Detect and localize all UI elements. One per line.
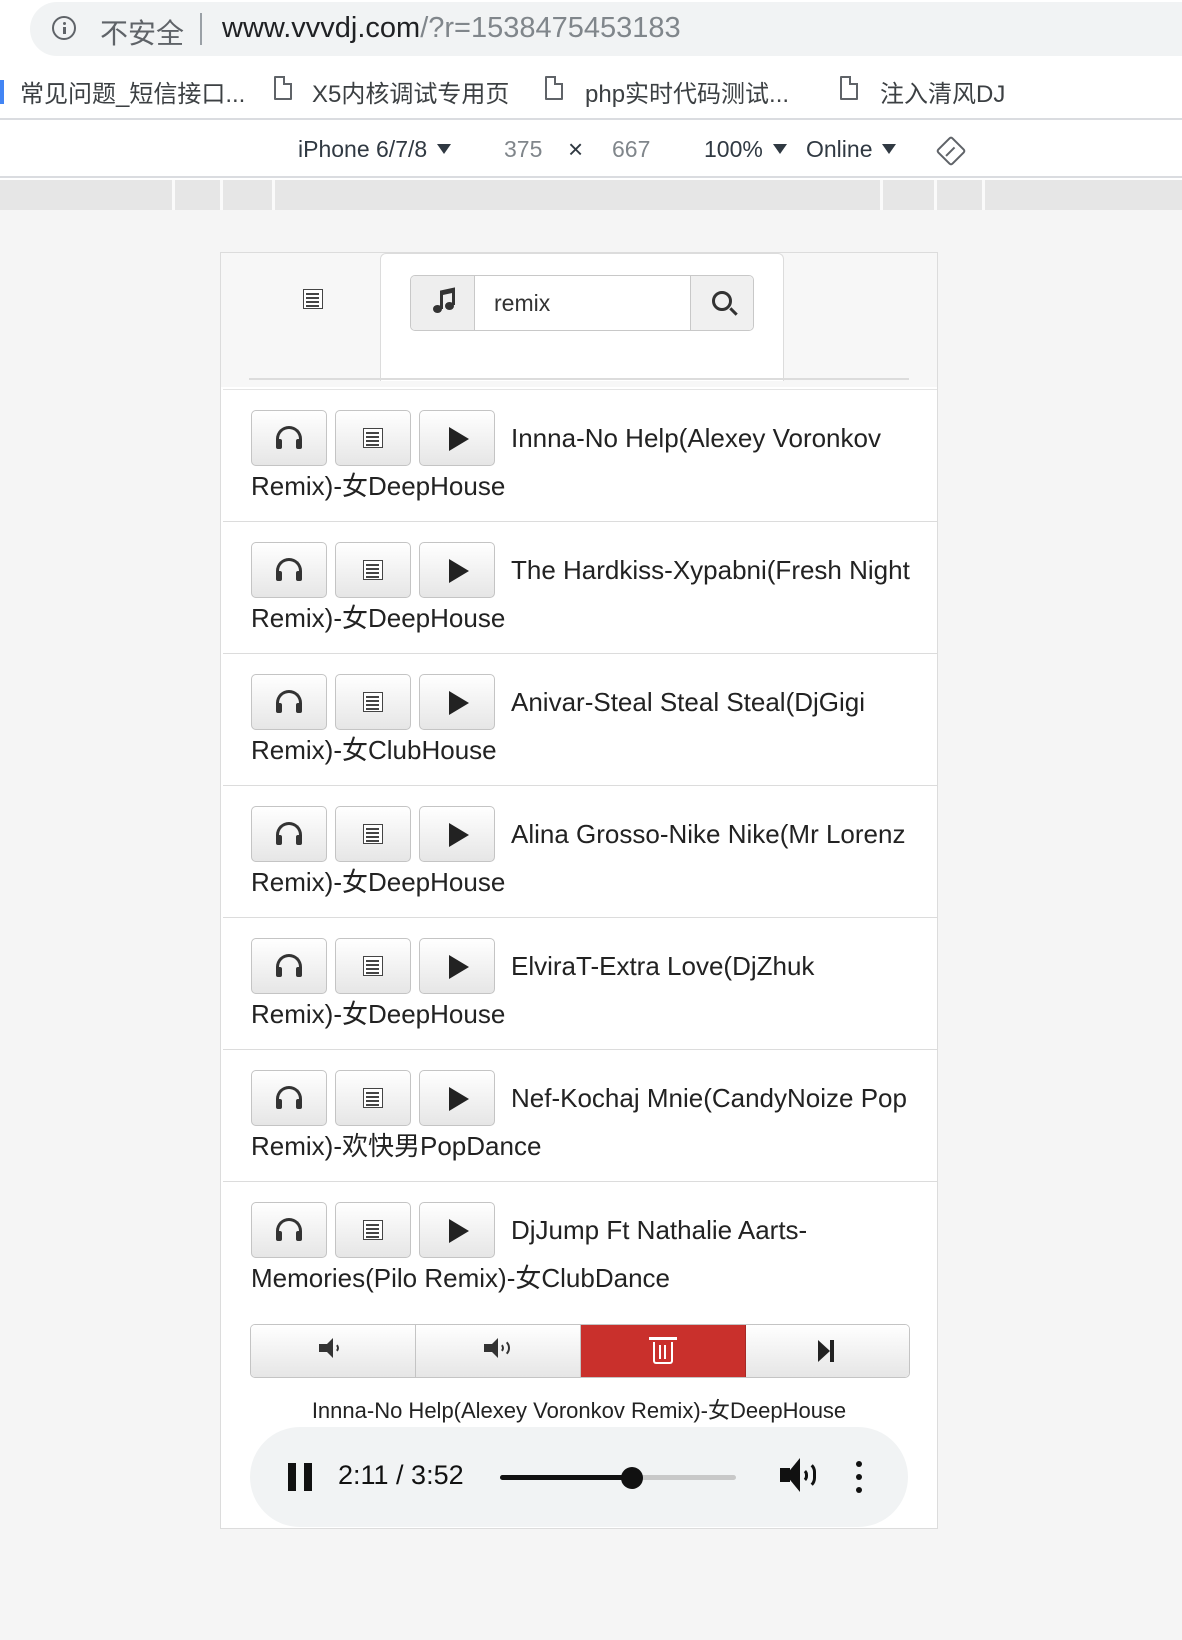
network-select[interactable]: Online bbox=[806, 136, 897, 163]
tab-bar bbox=[221, 253, 937, 387]
dimension-separator: × bbox=[568, 134, 584, 164]
network-label: Online bbox=[806, 136, 873, 162]
song-title: The Hardkiss-Xypabni(Fresh Night Remix)-… bbox=[251, 555, 910, 633]
seek-bar[interactable] bbox=[500, 1467, 736, 1489]
trash-icon bbox=[649, 1337, 677, 1364]
music-type-addon[interactable] bbox=[411, 276, 475, 330]
page-icon bbox=[840, 76, 858, 100]
volume-wave bbox=[500, 1339, 510, 1357]
device-select[interactable]: iPhone 6/7/8 bbox=[298, 136, 452, 163]
viewport-width-input[interactable]: 375 bbox=[504, 136, 542, 163]
song-title: Alina Grosso-Nike Nike(Mr Lorenz Remix)-… bbox=[251, 819, 906, 897]
list-item: Anivar-Steal Steal Steal(DjGigi Remix)-女… bbox=[223, 653, 937, 785]
skip-next-icon bbox=[818, 1340, 834, 1362]
delete-button[interactable] bbox=[581, 1325, 746, 1377]
song-title: Innna-No Help(Alexey Voronkov Remix)-女De… bbox=[251, 423, 881, 501]
page-icon bbox=[545, 76, 563, 100]
song-title: DjJump Ft Nathalie Aarts-Memories(Pilo R… bbox=[251, 1215, 808, 1293]
more-options-icon[interactable] bbox=[856, 1461, 862, 1495]
volume-up-button[interactable] bbox=[416, 1325, 581, 1377]
list-icon bbox=[303, 289, 323, 309]
pause-icon[interactable] bbox=[288, 1463, 312, 1491]
bookmarks-bar: 常见问题_短信接口... X5内核调试专用页 php实时代码测试... 注入清风… bbox=[0, 62, 1182, 120]
url-host: www.vvvdj.com bbox=[222, 12, 421, 44]
list-item: Nef-Kochaj Mnie(CandyNoize Pop Remix)-欢快… bbox=[223, 1049, 937, 1181]
list-item: DjJump Ft Nathalie Aarts-Memories(Pilo R… bbox=[223, 1181, 937, 1313]
tab-underline bbox=[249, 378, 909, 380]
device-label: iPhone 6/7/8 bbox=[298, 136, 428, 162]
volume-up-icon bbox=[484, 1338, 498, 1358]
search-icon bbox=[712, 291, 732, 311]
viewport-height-input[interactable]: 667 bbox=[612, 136, 650, 163]
music-note-icon bbox=[433, 287, 455, 315]
url-text[interactable]: www.vvvdj.com/?r=1538475453183 bbox=[222, 12, 681, 45]
search-input[interactable] bbox=[476, 276, 690, 330]
address-bar-row: 不安全 www.vvvdj.com/?r=1538475453183 bbox=[0, 0, 1182, 60]
seek-thumb[interactable] bbox=[621, 1467, 644, 1489]
zoom-select[interactable]: 100% bbox=[704, 136, 787, 163]
info-icon[interactable] bbox=[52, 16, 76, 40]
next-track-button[interactable] bbox=[746, 1325, 909, 1377]
search-button[interactable] bbox=[690, 276, 753, 330]
song-title: Nef-Kochaj Mnie(CandyNoize Pop Remix)-欢快… bbox=[251, 1083, 907, 1161]
audio-player: 2:11 / 3:52 bbox=[250, 1427, 908, 1527]
chevron-down-icon bbox=[772, 144, 787, 154]
media-query-ruler bbox=[0, 180, 1182, 210]
bookmark-qingfeng-dj[interactable]: 注入清风DJ bbox=[880, 74, 1005, 109]
chevron-down-icon bbox=[882, 144, 897, 154]
volume-icon[interactable] bbox=[780, 1458, 820, 1494]
tab-playlist[interactable] bbox=[221, 253, 381, 378]
bookmark-marker bbox=[0, 80, 4, 104]
song-title: Anivar-Steal Steal Steal(DjGigi Remix)-女… bbox=[251, 687, 866, 765]
volume-down-icon bbox=[319, 1338, 333, 1358]
volume-down-button[interactable] bbox=[251, 1325, 416, 1377]
volume-wave bbox=[333, 1343, 339, 1353]
omnibox-divider bbox=[200, 13, 202, 45]
mobile-page: Innna-No Help(Alexey Voronkov Remix)-女De… bbox=[220, 252, 938, 1529]
device-toolbar: iPhone 6/7/8 375 × 667 100% Online bbox=[0, 122, 1182, 178]
security-label[interactable]: 不安全 bbox=[100, 12, 184, 52]
song-title: ElviraT-Extra Love(DjZhuk Remix)-女DeepHo… bbox=[251, 951, 815, 1029]
now-playing-title: Innna-No Help(Alexey Voronkov Remix)-女De… bbox=[311, 1398, 847, 1423]
search-group bbox=[410, 275, 754, 331]
bookmark-sms-faq[interactable]: 常见问题_短信接口... bbox=[20, 74, 245, 109]
zoom-label: 100% bbox=[704, 136, 763, 162]
list-item: Innna-No Help(Alexey Voronkov Remix)-女De… bbox=[223, 389, 937, 521]
bookmark-php-test[interactable]: php实时代码测试... bbox=[585, 74, 789, 109]
player-controls bbox=[250, 1324, 910, 1378]
chevron-down-icon bbox=[437, 144, 452, 154]
list-item: The Hardkiss-Xypabni(Fresh Night Remix)-… bbox=[223, 521, 937, 653]
seek-progress bbox=[500, 1475, 633, 1480]
page-icon bbox=[274, 76, 292, 100]
url-path: /?r=1538475453183 bbox=[420, 12, 681, 44]
time-display: 2:11 / 3:52 bbox=[338, 1460, 464, 1490]
list-item: ElviraT-Extra Love(DjZhuk Remix)-女DeepHo… bbox=[223, 917, 937, 1049]
list-item: Alina Grosso-Nike Nike(Mr Lorenz Remix)-… bbox=[223, 785, 937, 917]
song-list: Innna-No Help(Alexey Voronkov Remix)-女De… bbox=[223, 389, 937, 1313]
bookmark-x5-debug[interactable]: X5内核调试专用页 bbox=[312, 74, 509, 109]
